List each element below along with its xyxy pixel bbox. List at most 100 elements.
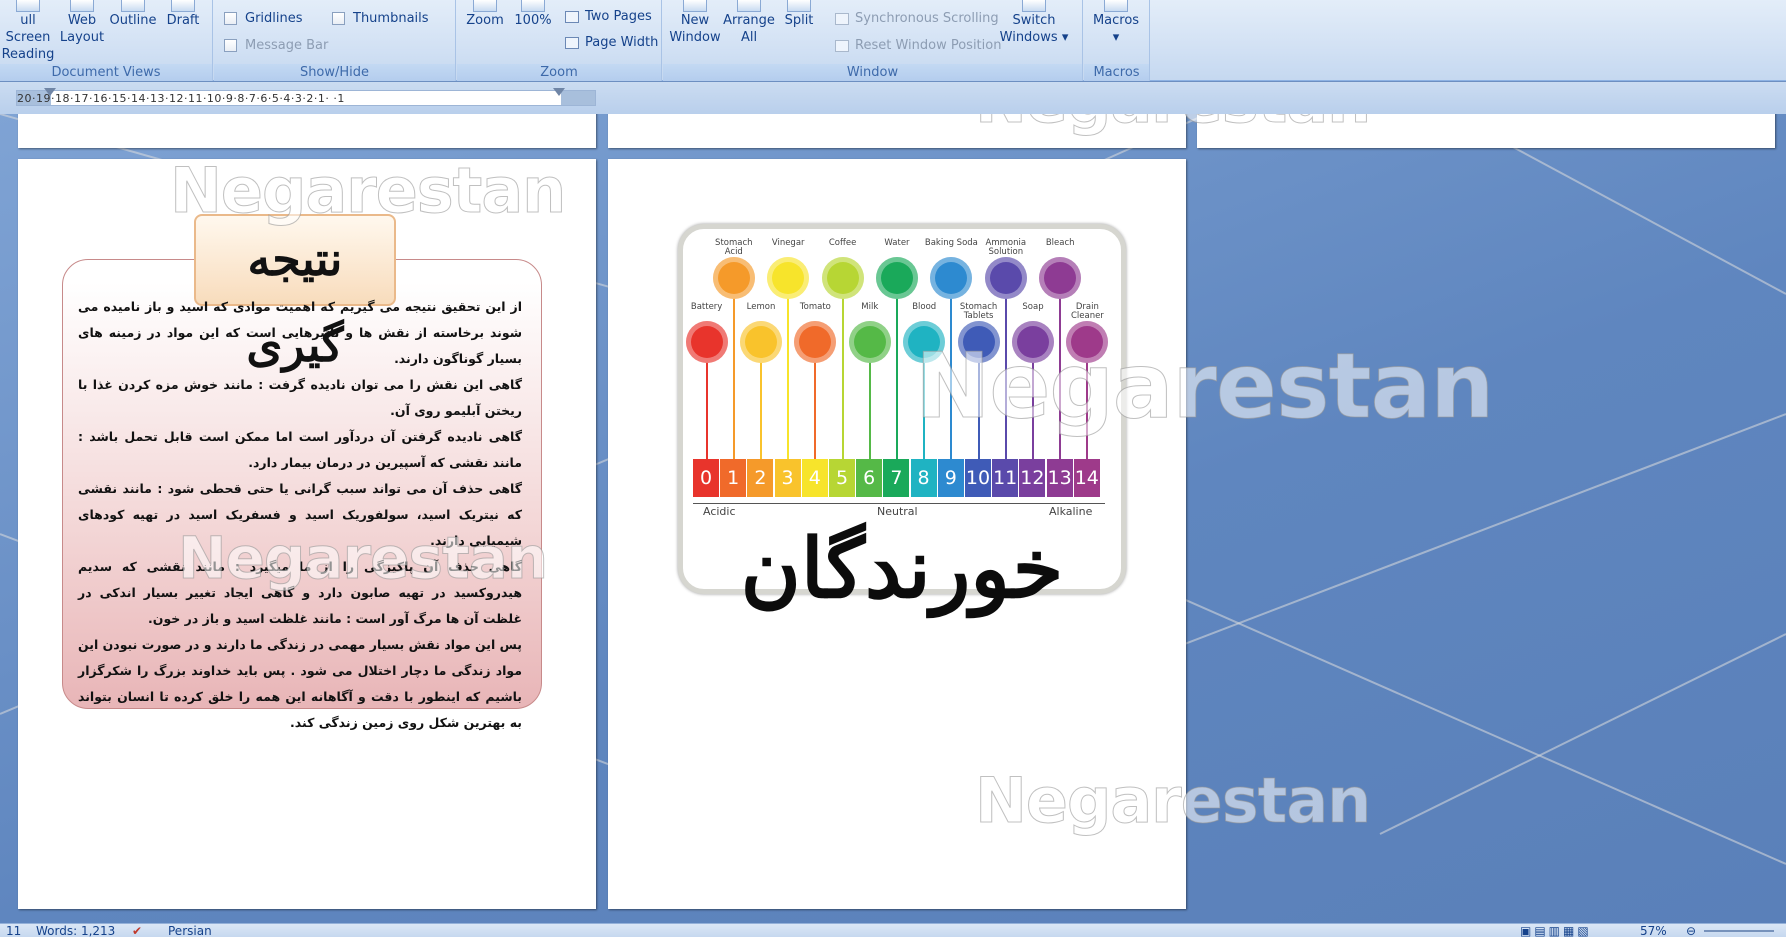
page-stub-1 xyxy=(18,114,596,148)
arrange-all-button[interactable]: Arrange All xyxy=(721,0,777,46)
ph-item-circle xyxy=(740,321,782,363)
ph-scale-cell: 9 xyxy=(937,459,964,497)
ph-item-label: Ammonia Solution xyxy=(985,238,1027,257)
watermark-text: Negarestan xyxy=(169,154,566,228)
ruler-bar: 20·19·18·17·16·15·14·13·12·11·10·9·8·7·6… xyxy=(0,82,1786,114)
document-workspace[interactable]: نتیجه گیری از این تحقیق نتیجه می گیریم ک… xyxy=(0,114,1786,923)
zoom-100-button[interactable]: 100% xyxy=(511,0,555,29)
ph-scale-cell: 14 xyxy=(1073,459,1100,497)
new-window-button[interactable]: New Window xyxy=(667,0,723,46)
chevron-down-icon: ▾ xyxy=(1112,30,1120,45)
ribbon: ull Screen Reading Web Layout Outline Dr… xyxy=(0,0,1786,81)
word-count[interactable]: Words: 1,213 xyxy=(36,924,115,937)
page-width-icon xyxy=(565,36,579,49)
outline-button[interactable]: Outline xyxy=(108,0,158,29)
thumbnails-checkbox[interactable]: Thumbnails xyxy=(332,11,429,26)
switch-windows-button[interactable]: Switch Windows ▾ xyxy=(997,0,1071,46)
ph-item-circle xyxy=(848,321,891,363)
page-width-button[interactable]: Page Width xyxy=(565,35,658,50)
ph-scale-cell: 2 xyxy=(747,459,774,497)
checkbox-box xyxy=(332,12,345,25)
page-number[interactable]: 11 xyxy=(6,924,21,937)
indent-marker-left[interactable] xyxy=(44,88,56,96)
ph-stem xyxy=(705,361,708,459)
full-screen-reading-icon xyxy=(16,0,40,12)
two-pages-button[interactable]: Two Pages xyxy=(565,9,652,24)
draft-button[interactable]: Draft xyxy=(162,0,204,29)
corrosives-title: خورندگان xyxy=(740,521,1066,617)
chevron-down-icon: ▾ xyxy=(1061,30,1069,45)
reset-window-position-button[interactable]: Reset Window Position xyxy=(835,38,1001,53)
ph-scale-cell: 8 xyxy=(910,459,937,497)
ph-scale-cell: 6 xyxy=(856,459,883,497)
view-buttons[interactable]: ▣▤▥▦▧ xyxy=(1520,924,1592,937)
ph-item-label: Soap xyxy=(1022,302,1044,312)
group-title-macros: Macros xyxy=(1084,64,1149,81)
switch-windows-icon xyxy=(1022,0,1046,12)
ph-item-label: Coffee xyxy=(828,238,857,248)
macros-icon xyxy=(1104,0,1128,12)
ph-item-label: Vinegar xyxy=(771,238,805,248)
watermark-text: Negarestan xyxy=(974,764,1371,838)
ph-item-circle xyxy=(1039,257,1082,299)
conclusion-paragraph: از این تحقیق نتیجه می گیریم که اهمیت موا… xyxy=(78,299,522,366)
proofing-error-icon[interactable]: ✔ xyxy=(132,924,142,937)
watermark-text: Negarestan xyxy=(177,524,548,593)
conclusion-paragraph: گاهی این نقش را می توان نادیده گرفت : ما… xyxy=(78,377,522,418)
ph-axis-line xyxy=(693,503,1105,504)
ph-scale-cell: 5 xyxy=(829,459,855,497)
message-bar-checkbox[interactable]: Message Bar xyxy=(224,38,328,53)
ph-scale-cell: 11 xyxy=(992,459,1019,497)
synchronous-scrolling-button[interactable]: Synchronous Scrolling xyxy=(835,11,999,26)
reset-window-icon xyxy=(835,39,849,52)
zoom-out-button[interactable]: ⊖ xyxy=(1686,924,1696,937)
ph-scale-cell: 7 xyxy=(883,459,910,497)
ph-item-label: Battery xyxy=(690,302,723,312)
group-show-hide: Gridlines Thumbnails Message Bar Show/Hi… xyxy=(214,0,456,81)
web-layout-button[interactable]: Web Layout xyxy=(58,0,106,46)
ph-item-label: Blood xyxy=(912,302,937,312)
ph-scale-cell: 3 xyxy=(774,459,801,497)
ph-label-neutral: Neutral xyxy=(877,505,918,518)
ph-scale-cell: 10 xyxy=(965,459,991,497)
gridlines-checkbox[interactable]: Gridlines xyxy=(224,11,303,26)
ph-scale-cell: 0 xyxy=(693,459,719,497)
checkbox-box xyxy=(224,12,237,25)
ph-item-label: Milk xyxy=(861,302,879,312)
full-screen-reading-button[interactable]: ull Screen Reading xyxy=(0,0,58,63)
ph-label-acidic: Acidic xyxy=(703,505,736,518)
checkbox-box xyxy=(224,39,237,52)
conclusion-title: نتیجه گیری xyxy=(194,214,396,372)
group-title-show-hide: Show/Hide xyxy=(214,64,455,81)
watermark-text: Negarestan xyxy=(974,114,1371,138)
language-indicator[interactable]: Persian xyxy=(168,924,212,937)
zoom-button[interactable]: Zoom xyxy=(463,0,507,29)
magnifier-icon xyxy=(473,0,497,12)
ph-stem xyxy=(787,297,790,459)
group-title-document-views: Document Views xyxy=(0,64,212,81)
group-window: New Window Arrange All Split Synchronous… xyxy=(663,0,1083,81)
ph-scale-cell: 13 xyxy=(1046,459,1073,497)
page-100-icon xyxy=(521,0,545,12)
ph-item-label: Stomach Tablets xyxy=(959,302,998,321)
ph-item-circle xyxy=(685,321,728,363)
status-bar: 11 Words: 1,213 ✔ Persian ▣▤▥▦▧ 57% ⊖ xyxy=(0,923,1786,937)
ph-item-label: Drain Cleaner xyxy=(1070,302,1104,321)
two-pages-icon xyxy=(565,10,579,23)
split-button[interactable]: Split xyxy=(777,0,821,29)
ph-item-circle xyxy=(984,257,1027,299)
zoom-level[interactable]: 57% xyxy=(1640,924,1667,937)
macros-button[interactable]: Macros ▾ xyxy=(1088,0,1144,46)
group-title-window: Window xyxy=(663,64,1082,81)
ph-scale-cell: 12 xyxy=(1019,459,1046,497)
zoom-slider[interactable] xyxy=(1704,930,1774,932)
ph-item-label: Lemon xyxy=(746,302,776,312)
horizontal-ruler[interactable]: 20·19·18·17·16·15·14·13·12·11·10·9·8·7·6… xyxy=(16,90,596,106)
ph-stem xyxy=(814,361,817,459)
ruler-numbers: 20·19·18·17·16·15·14·13·12·11·10·9·8·7·6… xyxy=(17,92,345,105)
ph-item-label: Stomach Acid xyxy=(715,238,753,257)
indent-marker-right[interactable] xyxy=(553,88,565,96)
new-window-icon xyxy=(683,0,707,12)
ph-stem xyxy=(896,297,898,459)
group-zoom: Zoom 100% Two Pages Page Width Zoom xyxy=(457,0,662,81)
